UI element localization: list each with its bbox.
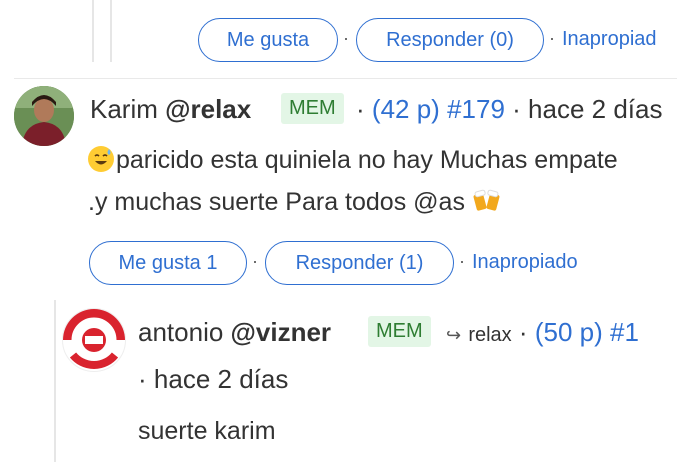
reply-button[interactable]: Responder (0) <box>356 18 544 62</box>
comment-text-line: .y muchas suerte Para todos @as <box>88 188 502 221</box>
author-line: antonio @vizner <box>138 317 331 348</box>
separator-dot: · <box>518 317 528 347</box>
author-handle[interactable]: @relax <box>165 94 251 124</box>
comment-meta: ↪ relax · (50 p) #1 <box>446 317 639 348</box>
separator-dot: · <box>459 251 465 271</box>
timestamp: hace 2 días <box>153 364 289 394</box>
comment-text: paricido esta quiniela no hay Muchas emp… <box>116 146 618 174</box>
author-name[interactable]: Karim <box>90 94 158 124</box>
thread-line <box>110 0 112 62</box>
divider <box>14 78 677 79</box>
reply-button[interactable]: Responder (1) <box>265 241 454 285</box>
comment-text-line: paricido esta quiniela no hay Muchas emp… <box>88 146 618 175</box>
points-link[interactable]: (50 p) <box>535 317 603 347</box>
beer-mugs-icon <box>472 188 502 221</box>
report-link[interactable]: Inapropiado <box>472 251 578 274</box>
author-line: Karim @relax <box>90 94 251 125</box>
separator-dot: · <box>343 28 349 48</box>
separator-dot: · <box>549 28 555 48</box>
comment-meta: · (42 p) #179 · hace 2 días <box>356 94 662 125</box>
comment-text: .y muchas suerte Para todos @as <box>88 188 465 216</box>
author-name[interactable]: antonio <box>138 317 223 347</box>
separator-dot: · <box>356 94 365 124</box>
points-link[interactable]: (42 p) <box>372 94 440 124</box>
comment-text: suerte karim <box>138 417 276 445</box>
separator-dot: · <box>252 251 258 271</box>
report-link[interactable]: Inapropiad <box>562 28 657 51</box>
avatar[interactable] <box>14 86 74 146</box>
member-badge: MEM <box>281 93 344 124</box>
comment-meta: · hace 2 días <box>138 364 288 395</box>
thread-line <box>92 0 94 62</box>
like-button[interactable]: Me gusta <box>198 18 338 62</box>
separator-dot: · <box>512 94 521 124</box>
avatar[interactable] <box>62 308 126 372</box>
sweat-smile-icon <box>88 146 114 172</box>
separator-dot: · <box>138 364 147 394</box>
thread-line <box>54 300 56 462</box>
timestamp: hace 2 días <box>528 94 663 124</box>
like-button[interactable]: Me gusta 1 <box>89 241 247 285</box>
reply-arrow-icon: ↪ <box>446 325 462 345</box>
member-badge: MEM <box>368 316 431 347</box>
author-handle[interactable]: @vizner <box>231 317 332 347</box>
post-id-link[interactable]: #179 <box>447 94 505 124</box>
post-id-link[interactable]: #1 <box>610 317 639 347</box>
reply-to-link[interactable]: relax <box>468 324 511 346</box>
